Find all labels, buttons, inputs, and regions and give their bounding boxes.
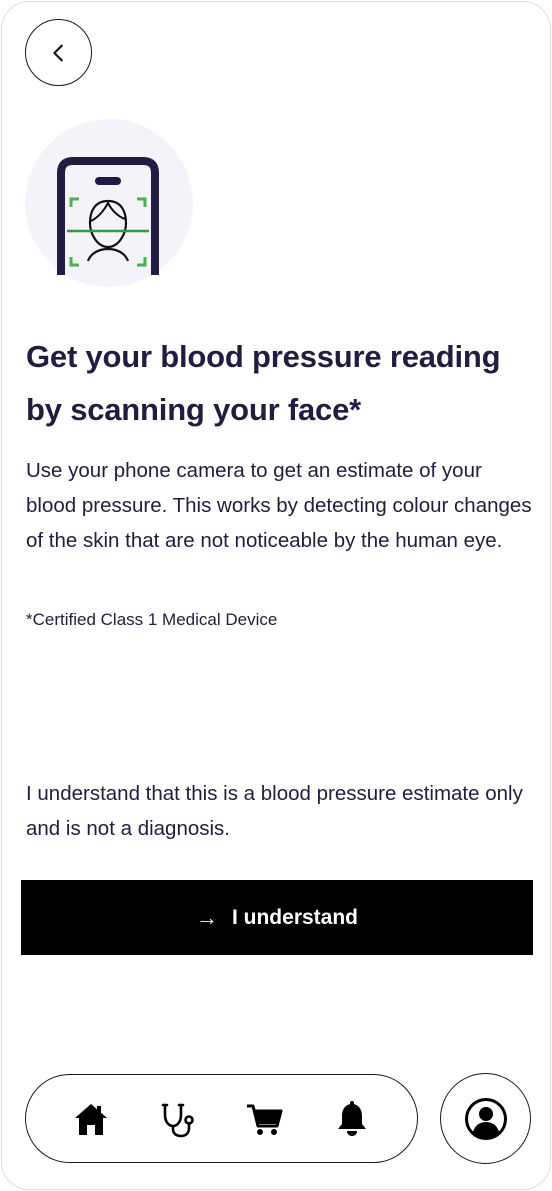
- home-icon: [75, 1103, 108, 1135]
- tab-health[interactable]: [154, 1095, 202, 1143]
- profile-button[interactable]: [440, 1073, 531, 1164]
- phone-face-scan-icon: [57, 157, 159, 275]
- bell-icon: [337, 1100, 366, 1136]
- hero-illustration: [25, 119, 193, 287]
- disclaimer-text: I understand that this is a blood pressu…: [26, 782, 523, 840]
- tab-shop[interactable]: [241, 1095, 289, 1143]
- screen-frame: Get your blood pressure reading by scann…: [1, 1, 551, 1190]
- tab-home[interactable]: [67, 1095, 115, 1143]
- bottom-tab-bar: [25, 1074, 418, 1163]
- certification-note: *Certified Class 1 Medical Device: [26, 610, 278, 629]
- i-understand-label: I understand: [231, 905, 358, 929]
- arrow-right-icon: →: [195, 904, 218, 930]
- chevron-left-icon: [52, 44, 63, 61]
- page-title: Get your blood pressure reading by scann…: [26, 339, 501, 427]
- i-understand-button[interactable]: → I understand: [21, 880, 533, 955]
- user-profile-icon: [464, 1097, 507, 1140]
- cart-icon: [246, 1104, 283, 1135]
- stethoscope-icon: [161, 1103, 194, 1137]
- back-button[interactable]: [25, 19, 92, 86]
- tab-notifications[interactable]: [328, 1095, 376, 1143]
- description-text: Use your phone camera to get an estimate…: [26, 459, 532, 552]
